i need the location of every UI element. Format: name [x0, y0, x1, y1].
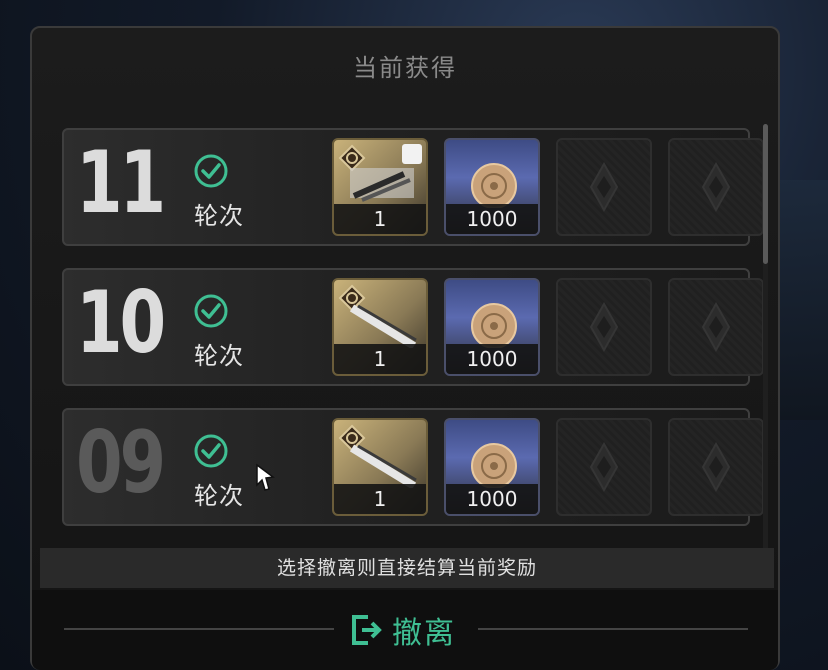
- reward-quantity: 1000: [446, 204, 538, 234]
- reward-slot-coin[interactable]: 1000: [444, 278, 540, 376]
- empty-slot-icon: [589, 302, 619, 352]
- reward-slot-coin[interactable]: 1000: [444, 418, 540, 516]
- reward-quantity: 1: [334, 344, 426, 374]
- footer: 撤离: [32, 590, 778, 670]
- round-card: 10 轮次 1 1000: [62, 268, 764, 386]
- check-circle-icon: [194, 434, 228, 468]
- scrollbar-thumb[interactable]: [763, 124, 768, 264]
- reward-quantity: 1000: [446, 344, 538, 374]
- empty-slot-icon: [589, 442, 619, 492]
- divider-line: [478, 628, 748, 630]
- divider-line: [64, 628, 334, 630]
- reward-slot-empty: [668, 278, 764, 376]
- empty-slot-icon: [701, 442, 731, 492]
- reward-slot-empty: [556, 418, 652, 516]
- scrollbar[interactable]: [763, 124, 768, 552]
- empty-slot-icon: [701, 302, 731, 352]
- round-label: 轮次: [194, 202, 244, 230]
- check-circle-icon: [194, 294, 228, 328]
- reward-slot-empty: [668, 138, 764, 236]
- reward-slot-coin[interactable]: 1000: [444, 138, 540, 236]
- rounds-list[interactable]: 11 轮次 1 1000 10 轮次 1 1000 09 轮次 1 1000: [62, 128, 767, 530]
- reward-slot-item[interactable]: 1: [332, 138, 428, 236]
- check-circle-icon: [194, 154, 228, 188]
- coin-icon: [471, 163, 517, 208]
- reward-quantity: 1: [334, 484, 426, 514]
- round-number: 11: [76, 133, 166, 233]
- reward-slot-item[interactable]: 1: [332, 418, 428, 516]
- round-label: 轮次: [194, 482, 244, 510]
- reward-quantity: 1000: [446, 484, 538, 514]
- weapon-art-icon: [349, 304, 417, 348]
- reward-slot-empty: [556, 138, 652, 236]
- coin-icon: [471, 303, 517, 348]
- exit-icon: [352, 615, 382, 645]
- reward-slot-empty: [556, 278, 652, 376]
- round-number: 10: [76, 273, 166, 373]
- reward-quantity: 1: [334, 204, 426, 234]
- empty-slot-icon: [589, 162, 619, 212]
- reward-slot-item[interactable]: 1: [332, 278, 428, 376]
- round-label: 轮次: [194, 342, 244, 370]
- weapon-art-icon: [350, 168, 414, 202]
- rewards-panel: 当前获得 11 轮次 1 1000 10 轮次 1 1000 09 轮次 1 1…: [30, 26, 780, 670]
- weapon-art-icon: [349, 444, 417, 488]
- reward-slot-empty: [668, 418, 764, 516]
- round-card: 09 轮次 1 1000: [62, 408, 764, 526]
- settlement-hint: 选择撤离则直接结算当前奖励: [40, 548, 774, 588]
- retreat-button[interactable]: 撤离: [348, 608, 456, 652]
- panel-title: 当前获得: [353, 54, 457, 82]
- retreat-label: 撤离: [392, 616, 456, 651]
- empty-slot-icon: [701, 162, 731, 212]
- round-number: 09: [76, 413, 166, 513]
- round-card: 11 轮次 1 1000: [62, 128, 764, 246]
- coin-icon: [471, 443, 517, 488]
- mouse-cursor-icon: [256, 463, 275, 491]
